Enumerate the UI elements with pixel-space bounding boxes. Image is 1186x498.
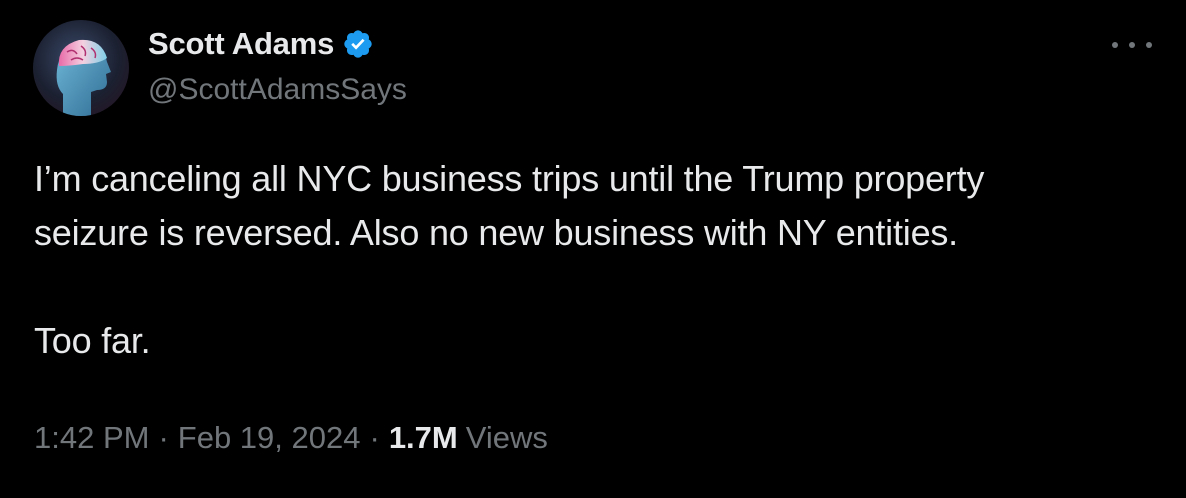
verified-badge-icon (342, 28, 374, 60)
author-name-row: Scott Adams (148, 24, 374, 64)
more-horizontal-icon (1112, 42, 1118, 48)
more-horizontal-icon (1129, 42, 1135, 48)
author-display-name[interactable]: Scott Adams (148, 26, 334, 62)
views-label: Views (465, 420, 548, 455)
tweet-text-line: seizure is reversed. Also no new busines… (34, 212, 958, 253)
tweet-text-line: Too far. (34, 320, 151, 361)
views-count[interactable]: 1.7M (389, 420, 458, 456)
tweet-time[interactable]: 1:42 PM (34, 420, 149, 456)
tweet-meta: 1:42 PM · Feb 19, 2024 · 1.7M Views (34, 420, 548, 456)
more-options-button[interactable] (1112, 35, 1152, 55)
author-handle[interactable]: @ScottAdamsSays (148, 73, 407, 107)
meta-separator: · (369, 420, 380, 455)
more-horizontal-icon (1146, 42, 1152, 48)
tweet-text-line: I’m canceling all NYC business trips unt… (34, 158, 985, 199)
brain-head-icon (56, 39, 111, 116)
meta-separator: · (158, 420, 169, 455)
tweet-date[interactable]: Feb 19, 2024 (178, 420, 361, 456)
tweet-card: Scott Adams @ScottAdamsSays I’m cancelin… (0, 0, 1186, 498)
author-avatar[interactable] (33, 20, 129, 116)
tweet-text: I’m canceling all NYC business trips unt… (34, 152, 1164, 368)
